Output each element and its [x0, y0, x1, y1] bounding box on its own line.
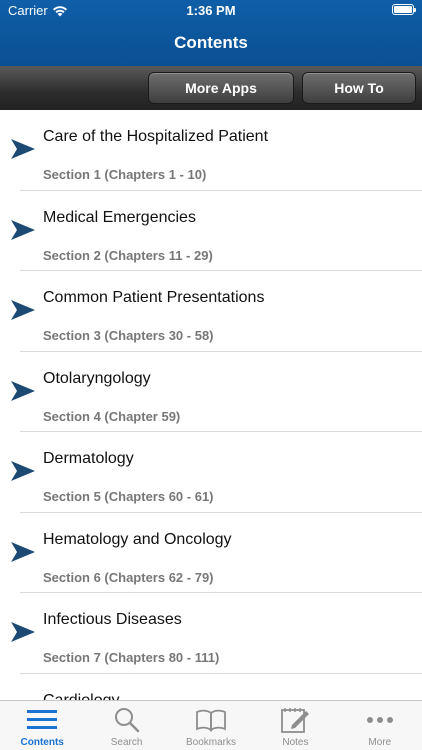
section-title: Medical Emergencies — [43, 208, 196, 226]
list-item[interactable]: Cardiology — [0, 674, 422, 701]
section-title: Dermatology — [43, 450, 134, 467]
section-subtitle: Section 5 (Chapters 60 - 61) — [43, 489, 214, 504]
chevron-right-icon — [11, 139, 35, 159]
search-icon — [114, 708, 139, 733]
section-title: Cardiology — [43, 691, 120, 701]
chevron-right-icon — [11, 622, 35, 642]
list-item[interactable]: Common Patient Presentations Section 3 (… — [0, 271, 422, 352]
section-title: Hematology and Oncology — [43, 530, 232, 548]
chevron-right-icon — [11, 300, 35, 320]
section-subtitle: Section 4 (Chapter 59) — [43, 408, 181, 424]
list-item[interactable]: Hematology and Oncology Section 6 (Chapt… — [0, 513, 422, 593]
status-bar: Carrier 1:36 PM — [0, 0, 422, 22]
section-title: Common Patient Presentations — [43, 289, 265, 306]
section-title: Otolaryngology — [43, 369, 151, 387]
section-subtitle: Section 7 (Chapters 80 - 111) — [43, 650, 220, 665]
chevron-right-icon — [11, 380, 35, 401]
chevron-right-icon — [11, 541, 35, 562]
tab-bookmarks[interactable]: Bookmarks — [169, 701, 253, 750]
how-to-button[interactable]: How To — [302, 72, 416, 104]
contents-list: Care of the Hospitalized Patient Section… — [0, 110, 422, 700]
tab-label: Search — [110, 737, 143, 748]
list-item[interactable]: Care of the Hospitalized Patient Section… — [0, 110, 422, 191]
status-time: 1:36 PM — [186, 3, 236, 18]
section-title: Care of the Hospitalized Patient — [43, 128, 269, 145]
toolbar: More Apps How To — [0, 66, 422, 110]
tab-search[interactable]: Search — [84, 701, 168, 750]
tab-bar: Contents Search Bookmarks Notes More — [0, 700, 422, 750]
more-icon — [366, 717, 393, 723]
tab-label: Notes — [282, 737, 309, 748]
list-item[interactable]: Medical Emergencies Section 2 (Chapters … — [0, 191, 422, 271]
battery-icon — [392, 4, 416, 15]
page-title: Contents — [174, 33, 248, 52]
section-subtitle: Section 1 (Chapters 1 - 10) — [43, 167, 207, 182]
list-icon — [27, 710, 58, 729]
list-item[interactable]: Otolaryngology Section 4 (Chapter 59) — [0, 352, 422, 432]
status-right — [392, 4, 416, 15]
tab-contents[interactable]: Contents — [0, 701, 84, 750]
more-apps-button[interactable]: More Apps — [148, 72, 294, 104]
section-subtitle: Section 2 (Chapters 11 - 29) — [43, 247, 213, 263]
notes-icon — [281, 708, 310, 733]
chevron-right-icon — [11, 219, 35, 240]
section-subtitle: Section 6 (Chapters 62 - 79) — [43, 569, 214, 585]
tab-notes[interactable]: Notes — [253, 701, 337, 750]
tab-label: More — [368, 737, 392, 748]
list-item[interactable]: Infectious Diseases Section 7 (Chapters … — [0, 593, 422, 674]
tab-more[interactable]: More — [338, 701, 422, 750]
section-title: Infectious Diseases — [43, 611, 182, 628]
chevron-right-icon — [11, 461, 35, 481]
tab-label: Contents — [20, 737, 64, 748]
book-icon — [196, 709, 226, 732]
list-item[interactable]: Dermatology Section 5 (Chapters 60 - 61) — [0, 432, 422, 513]
navigation-header: Carrier 1:36 PM Contents — [0, 0, 422, 66]
section-subtitle: Section 3 (Chapters 30 - 58) — [43, 328, 214, 343]
tab-label: Bookmarks — [186, 737, 237, 748]
